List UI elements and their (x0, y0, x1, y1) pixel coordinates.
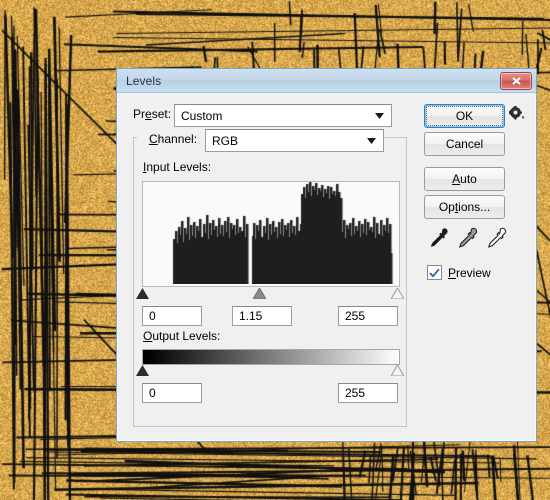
preset-label: Preset: (133, 107, 172, 121)
dialog-title: Levels (126, 73, 162, 88)
histogram-canvas (143, 182, 397, 284)
channel-label: Channel: (149, 132, 198, 146)
input-histogram (142, 181, 400, 287)
output-shadow-slider[interactable] (136, 365, 149, 376)
set-white-point-eyedropper[interactable] (486, 227, 508, 249)
chevron-down-icon (367, 137, 376, 144)
options-button[interactable]: Options... (424, 195, 505, 219)
dialog-body: Preset: Custom Channel: RGB Input Levels… (117, 93, 536, 441)
preview-checkbox[interactable] (427, 265, 442, 280)
levels-dialog: Levels Preset: Custom Channel: RGB Input… (116, 68, 537, 442)
output-highlight-field[interactable]: 255 (338, 383, 398, 403)
preview-label: Preview (448, 265, 491, 280)
chevron-down-icon (375, 112, 384, 119)
preview-checkbox-row[interactable]: Preview (427, 265, 491, 280)
close-x-icon (511, 77, 521, 85)
auto-button[interactable]: Auto (424, 167, 505, 191)
input-levels-slider-track (136, 288, 404, 302)
gear-icon[interactable] (509, 106, 525, 121)
input-midtone-field[interactable]: 1.15 (232, 306, 292, 326)
options-button-label: Options... (438, 200, 491, 214)
output-shadow-field[interactable]: 0 (142, 383, 202, 403)
eyedropper-group (428, 227, 508, 251)
cancel-button-label: Cancel (445, 137, 484, 151)
input-levels-label: Input Levels: (143, 160, 212, 174)
input-highlight-field[interactable]: 255 (338, 306, 398, 326)
channel-dropdown[interactable]: RGB (205, 129, 384, 152)
output-gradient-bar (142, 349, 400, 365)
checkmark-icon (429, 268, 440, 277)
set-gray-point-eyedropper[interactable] (457, 227, 479, 249)
channel-value: RGB (212, 133, 239, 148)
preset-value: Custom (181, 108, 223, 123)
ok-button[interactable]: OK (424, 104, 505, 128)
output-levels-slider-track (136, 365, 404, 379)
close-button[interactable] (500, 72, 532, 90)
input-highlight-slider[interactable] (391, 288, 404, 299)
dialog-titlebar: Levels (117, 69, 536, 93)
cancel-button[interactable]: Cancel (424, 132, 505, 156)
set-black-point-eyedropper[interactable] (428, 227, 450, 249)
input-shadow-slider[interactable] (136, 288, 149, 299)
preset-dropdown[interactable]: Custom (174, 104, 392, 127)
input-shadow-field[interactable]: 0 (142, 306, 202, 326)
auto-button-label: Auto (452, 172, 477, 186)
output-highlight-slider[interactable] (391, 365, 404, 376)
input-midtone-slider[interactable] (253, 288, 266, 299)
ok-button-label: OK (455, 109, 474, 123)
output-levels-label: Output Levels: (143, 329, 221, 343)
